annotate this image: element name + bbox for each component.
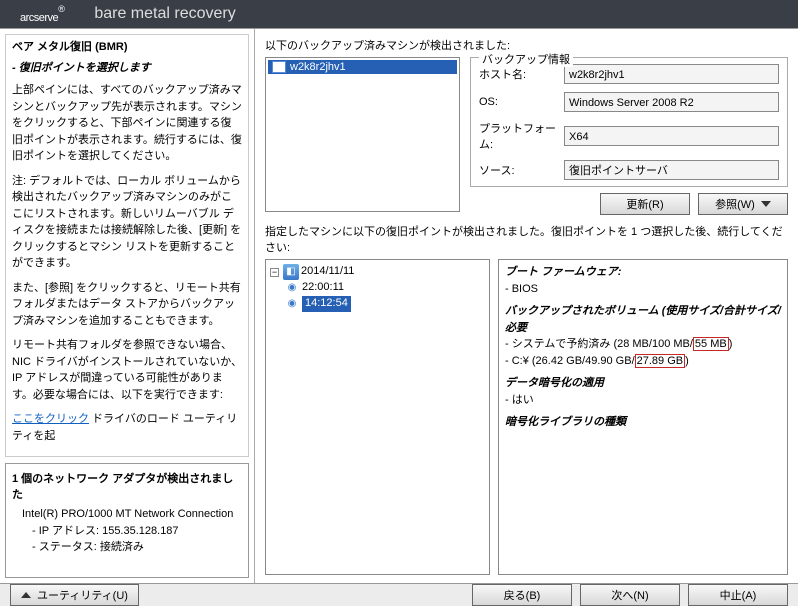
refresh-button[interactable]: 更新(R) (600, 193, 690, 215)
dropup-icon (21, 592, 31, 598)
recovery-point-tree[interactable]: − ◧ 2014/11/11 ◉ 22:00:11 ◉ 14:12:54 (265, 259, 490, 575)
utility-button[interactable]: ユーティリティ(U) (10, 584, 139, 606)
source-label: ソース: (479, 162, 564, 178)
net-title: 1 個のネットワーク アダプタが検出されました (12, 473, 233, 501)
logo: arcserve® (20, 0, 64, 28)
firmware-title: ブート ファームウェア: (505, 266, 621, 278)
os-label: OS: (479, 96, 564, 108)
network-adapter-box: 1 個のネットワーク アダプタが検出されました Intel(R) PRO/100… (5, 463, 249, 578)
bmr-title: ベア メタル復旧 (BMR) (12, 39, 242, 56)
recovery-point-icon: ◉ (284, 280, 300, 296)
back-button[interactable]: 戻る(B) (472, 584, 572, 606)
tree-time-node-1[interactable]: ◉ 22:00:11 (284, 280, 485, 296)
enclib-title: 暗号化ライブラリの種類 (505, 416, 626, 428)
recovery-point-details[interactable]: ブート ファームウェア: - BIOS バックアップされたボリューム (使用サイ… (498, 259, 788, 575)
machine-item[interactable]: w2k8r2jhv1 (268, 60, 457, 74)
header: arcserve® bare metal recovery (0, 0, 798, 28)
source-value: 復旧ポイントサーバ (564, 160, 779, 180)
backup-info-group: バックアップ情報 ホスト名:w2k8r2jhv1 OS:Windows Serv… (470, 57, 788, 187)
machine-icon (272, 61, 286, 73)
encryption-value: - はい (505, 394, 534, 406)
collapse-icon[interactable]: − (270, 268, 279, 277)
net-status: - ステータス: 接続済み (32, 539, 242, 556)
calendar-icon: ◧ (283, 264, 299, 280)
subtitle: bare metal recovery (94, 5, 235, 23)
net-adapter-name: Intel(R) PRO/1000 MT Network Connection (22, 506, 242, 523)
main-area: ベア メタル復旧 (BMR) - 復旧ポイントを選択します 上部ペインには、すべ… (0, 28, 798, 583)
platform-label: プラットフォーム: (479, 120, 564, 152)
volumes-title: バックアップされたボリューム (使用サイズ/合計サイズ/必要 (505, 305, 781, 334)
selected-time: 14:12:54 (302, 296, 351, 311)
recovery-point-label: 指定したマシンに以下の復旧ポイントが検出されました。復旧ポイントを 1 つ選択し… (265, 223, 788, 255)
platform-value: X64 (564, 126, 779, 146)
click-here-link[interactable]: ここをクリック (12, 413, 89, 425)
abort-button[interactable]: 中止(A) (688, 584, 788, 606)
recovery-point-icon: ◉ (284, 296, 300, 312)
host-label: ホスト名: (479, 66, 564, 82)
footer: ユーティリティ(U) 戻る(B) 次へ(N) 中止(A) (0, 583, 798, 606)
next-button[interactable]: 次へ(N) (580, 584, 680, 606)
volume-2: - C:¥ (26.42 GB/49.90 GB/27.89 GB) (505, 354, 689, 368)
bmr-subtitle: - 復旧ポイントを選択します (12, 60, 242, 77)
net-ip: - IP アドレス: 155.35.128.187 (32, 523, 242, 540)
driver-link-line: ここをクリック ドライバのロード ユーティリティを起 (12, 411, 242, 444)
backup-info-title: バックアップ情報 (479, 51, 573, 67)
instruction-p1: 上部ペインには、すべてのバックアップ済みマシンとバックアップ先が表示されます。マ… (12, 82, 242, 165)
right-pane: 以下のバックアップ済みマシンが検出されました: w2k8r2jhv1 バックアッ… (255, 29, 798, 583)
instruction-p3: また、[参照] をクリックすると、リモート共有フォルダまたはデータ ストアからバ… (12, 280, 242, 330)
host-value: w2k8r2jhv1 (564, 64, 779, 84)
instruction-p4: リモート共有フォルダを参照できない場合、NIC ドライバがインストールされていな… (12, 337, 242, 403)
firmware-value: - BIOS (505, 283, 538, 295)
encryption-title: データ暗号化の適用 (505, 377, 604, 389)
tree-time-node-2[interactable]: ◉ 14:12:54 (284, 296, 485, 312)
machine-name: w2k8r2jhv1 (290, 61, 346, 73)
instruction-p2: 注: デフォルトでは、ローカル ボリュームから検出されたバックアップ済みマシンの… (12, 173, 242, 272)
os-value: Windows Server 2008 R2 (564, 92, 779, 112)
instruction-panel[interactable]: ベア メタル復旧 (BMR) - 復旧ポイントを選択します 上部ペインには、すべ… (5, 34, 249, 457)
tree-date-node[interactable]: − ◧ 2014/11/11 (270, 264, 485, 280)
volume-1: - システムで予約済み (28 MB/100 MB/55 MB) (505, 337, 732, 351)
machine-list[interactable]: w2k8r2jhv1 (265, 57, 460, 212)
dropdown-icon (761, 201, 771, 207)
left-pane: ベア メタル復旧 (BMR) - 復旧ポイントを選択します 上部ペインには、すべ… (0, 29, 255, 583)
browse-button[interactable]: 参照(W) (698, 193, 788, 215)
